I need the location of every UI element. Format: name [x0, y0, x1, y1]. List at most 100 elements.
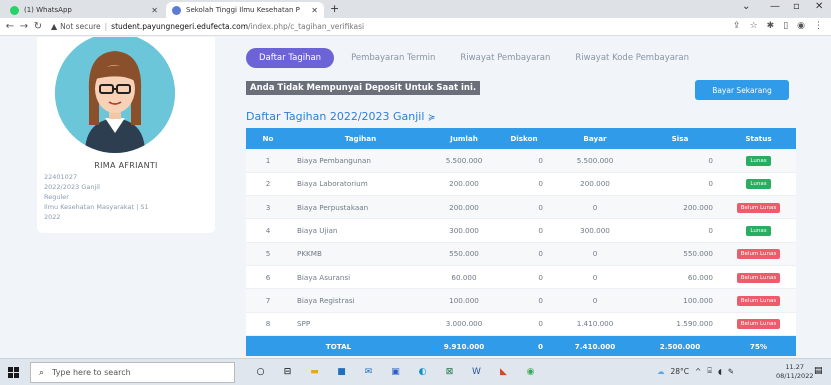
total-sisa: 2.500.000: [639, 335, 721, 357]
window-close-icon[interactable]: ✕: [815, 1, 823, 12]
cell-tagihan: SPP: [290, 312, 431, 336]
table-row: 3 Biaya Perpustakaan 200.000 0 0 200.000 Belum…: [246, 195, 796, 220]
minimize-icon[interactable]: —: [770, 1, 780, 12]
cell-diskon: 0: [497, 149, 551, 173]
notification-icon[interactable]: ▤: [814, 366, 823, 376]
avatar-illustration-icon: [55, 37, 175, 153]
cell-tagihan: Biaya Ujian: [290, 218, 431, 243]
cell-diskon: 0: [497, 242, 551, 266]
close-icon[interactable]: ✕: [151, 6, 158, 15]
cell-sisa: 0: [639, 218, 721, 243]
network-icon[interactable]: ⌸: [707, 366, 712, 376]
chevron-down-icon: ≽: [427, 113, 436, 123]
cell-sisa: 550.000: [639, 242, 721, 266]
pen-icon[interactable]: ✎: [728, 367, 734, 376]
menu-icon[interactable]: ⋮: [814, 21, 823, 31]
tray-chevron-icon[interactable]: ^: [695, 367, 701, 376]
cell-no: 3: [246, 195, 290, 220]
pay-now-button[interactable]: Bayar Sekarang: [695, 80, 789, 100]
weather-icon[interactable]: ☁: [657, 367, 665, 376]
url-field[interactable]: ▲ Not secure | student.payungnegeri.eduf…: [51, 22, 364, 31]
tab-riwayat-pembayaran[interactable]: Riwayat Pembayaran: [460, 53, 550, 63]
cell-bayar: 1.410.000: [551, 312, 639, 336]
cell-status: Belum Lunas: [721, 288, 796, 313]
header-diskon: Diskon: [497, 128, 551, 149]
cell-tagihan: Biaya Pembangunan: [290, 149, 431, 173]
windows-start-icon[interactable]: [8, 367, 19, 378]
new-tab-button[interactable]: +: [330, 2, 339, 15]
bookmark-star-icon[interactable]: ☆: [750, 21, 758, 31]
table-row: 5 PKKMB 550.000 0 0 550.000 Belum Lunas: [246, 242, 796, 266]
total-status: 75%: [721, 335, 796, 357]
back-icon[interactable]: ←: [3, 21, 17, 32]
taskbar-search-input[interactable]: ⌕ Type here to search: [30, 362, 235, 383]
clock-time: 11.27: [785, 363, 805, 371]
close-icon[interactable]: ✕: [311, 6, 318, 15]
maximize-icon[interactable]: ▫: [793, 1, 800, 12]
cell-status: Lunas: [721, 149, 796, 173]
cell-bayar: 0: [551, 265, 639, 290]
profile-icon[interactable]: ◉: [797, 21, 805, 31]
cell-no: 6: [246, 265, 290, 290]
mail-icon[interactable]: ✉: [360, 362, 377, 382]
table-header-row: No Tagihan Jumlah Diskon Bayar Sisa Stat…: [246, 128, 796, 149]
section-title-text: Daftar Tagihan 2022/2023 Ganjil: [246, 110, 425, 123]
cell-jumlah: 5.500.000: [431, 149, 497, 173]
browser-toolbar-icons: ⇪ ☆ ✱ ▯ ◉ ⋮: [733, 21, 823, 31]
cell-diskon: 0: [497, 288, 551, 313]
tab-search-icon[interactable]: ⌄: [742, 1, 750, 12]
tab-pembayaran-termin[interactable]: Pembayaran Termin: [351, 53, 435, 63]
cell-tagihan: Biaya Perpustakaan: [290, 195, 431, 220]
table-row: 4 Biaya Ujian 300.000 0 300.000 0 Lunas: [246, 218, 796, 243]
table-row: 1 Biaya Pembangunan 5.500.000 0 5.500.000 0 Lu…: [246, 149, 796, 173]
app-icon[interactable]: ▣: [387, 362, 404, 382]
status-badge: Lunas: [746, 155, 771, 166]
security-label: Not secure: [60, 22, 101, 31]
share-icon[interactable]: ⇪: [733, 21, 741, 31]
cell-diskon: 0: [497, 312, 551, 336]
clock[interactable]: 11.27 08/11/2022: [776, 363, 813, 381]
weather-temp[interactable]: 28°C: [671, 367, 690, 376]
reload-icon[interactable]: ↻: [31, 21, 45, 32]
clock-date: 08/11/2022: [776, 372, 814, 380]
cell-jumlah: 200.000: [431, 172, 497, 197]
browser-tab-stikes[interactable]: Sekolah Tinggi Ilmu Kesehatan P ✕: [166, 2, 324, 18]
student-class: Reguler: [44, 193, 69, 201]
table-row: 6 Biaya Asuransi 60.000 0 0 60.000 Belum Lunas: [246, 265, 796, 290]
volume-icon[interactable]: ◖: [718, 367, 722, 376]
sidebar-icon[interactable]: ▯: [783, 21, 788, 31]
cell-status: Belum Lunas: [721, 242, 796, 266]
page-content: RIMA AFRIANTI 22401027 2022/2023 Ganjil …: [0, 37, 831, 357]
tab-daftar-tagihan[interactable]: Daftar Tagihan: [246, 48, 335, 68]
cell-bayar: 0: [551, 288, 639, 313]
student-nim: 22401027: [44, 173, 78, 181]
cortana-icon[interactable]: ○: [252, 362, 269, 382]
table-total-row: TOTAL 9.910.000 0 7.410.000 2.500.000 75…: [246, 335, 796, 357]
billing-table: No Tagihan Jumlah Diskon Bayar Sisa Stat…: [246, 128, 796, 357]
total-diskon: 0: [497, 335, 551, 357]
edge-icon[interactable]: ◐: [414, 362, 431, 382]
forward-icon[interactable]: →: [17, 21, 31, 32]
store-icon[interactable]: ■: [333, 362, 350, 382]
powerpoint-icon[interactable]: ◣: [495, 362, 512, 382]
header-no: No: [246, 128, 290, 149]
cell-no: 7: [246, 288, 290, 313]
cell-bayar: 200.000: [551, 172, 639, 197]
excel-icon[interactable]: ⊠: [441, 362, 458, 382]
task-view-icon[interactable]: ⊟: [279, 362, 296, 382]
cell-diskon: 0: [497, 172, 551, 197]
header-bayar: Bayar: [551, 128, 639, 149]
file-explorer-icon[interactable]: ▬: [306, 362, 323, 382]
cell-status: Belum Lunas: [721, 265, 796, 290]
whatsapp-icon: [10, 5, 19, 15]
cell-jumlah: 550.000: [431, 242, 497, 266]
tab-riwayat-kode-pembayaran[interactable]: Riwayat Kode Pembayaran: [575, 53, 689, 63]
word-icon[interactable]: W: [468, 362, 485, 382]
browser-tab-whatsapp[interactable]: (1) WhatsApp ✕: [4, 2, 164, 18]
total-jumlah: 9.910.000: [431, 335, 497, 357]
chrome-icon[interactable]: ◉: [522, 362, 539, 382]
section-title[interactable]: Daftar Tagihan 2022/2023 Ganjil ≽: [246, 110, 435, 123]
taskbar-apps: ○ ⊟ ▬ ■ ✉ ▣ ◐ ⊠ W ◣ ◉: [252, 362, 539, 382]
extensions-icon[interactable]: ✱: [767, 21, 775, 31]
status-badge: Belum Lunas: [736, 272, 781, 283]
